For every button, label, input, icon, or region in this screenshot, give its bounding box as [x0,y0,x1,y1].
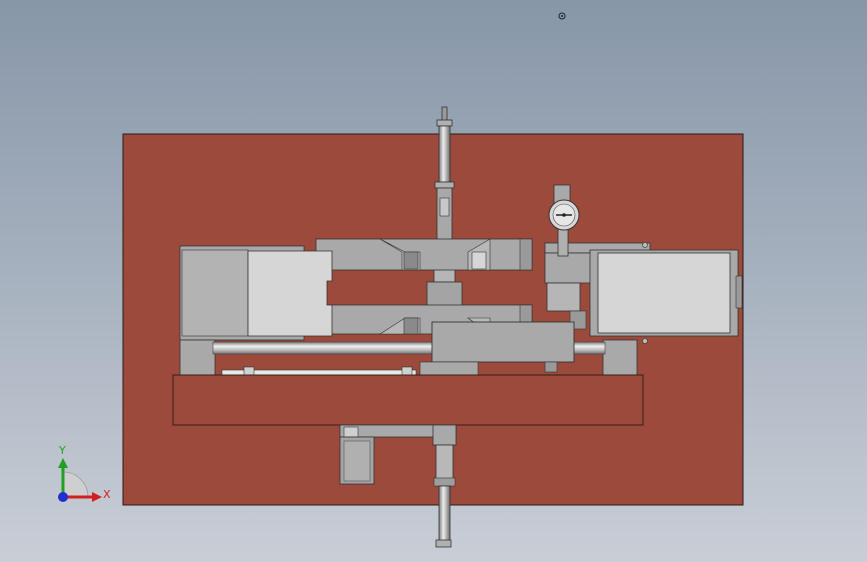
coordinate-triad: Y X [58,444,111,502]
cad-viewport[interactable]: Y X [0,0,867,562]
bottom-base-block[interactable] [172,374,644,426]
x-axis-label: X [103,488,111,501]
model-view[interactable]: Y X [0,0,867,562]
y-axis-label: Y [58,444,66,457]
right-cylinder[interactable] [544,242,743,344]
left-cylinder[interactable] [179,245,333,341]
origin-marker-icon [558,12,566,20]
z-axis-dot-icon [58,492,68,502]
bottom-shaft-assembly[interactable] [432,424,457,548]
x-axis-arrow-icon [92,492,102,502]
y-axis-arrow-icon [58,458,68,468]
upper-clamp-bar[interactable] [315,238,533,271]
